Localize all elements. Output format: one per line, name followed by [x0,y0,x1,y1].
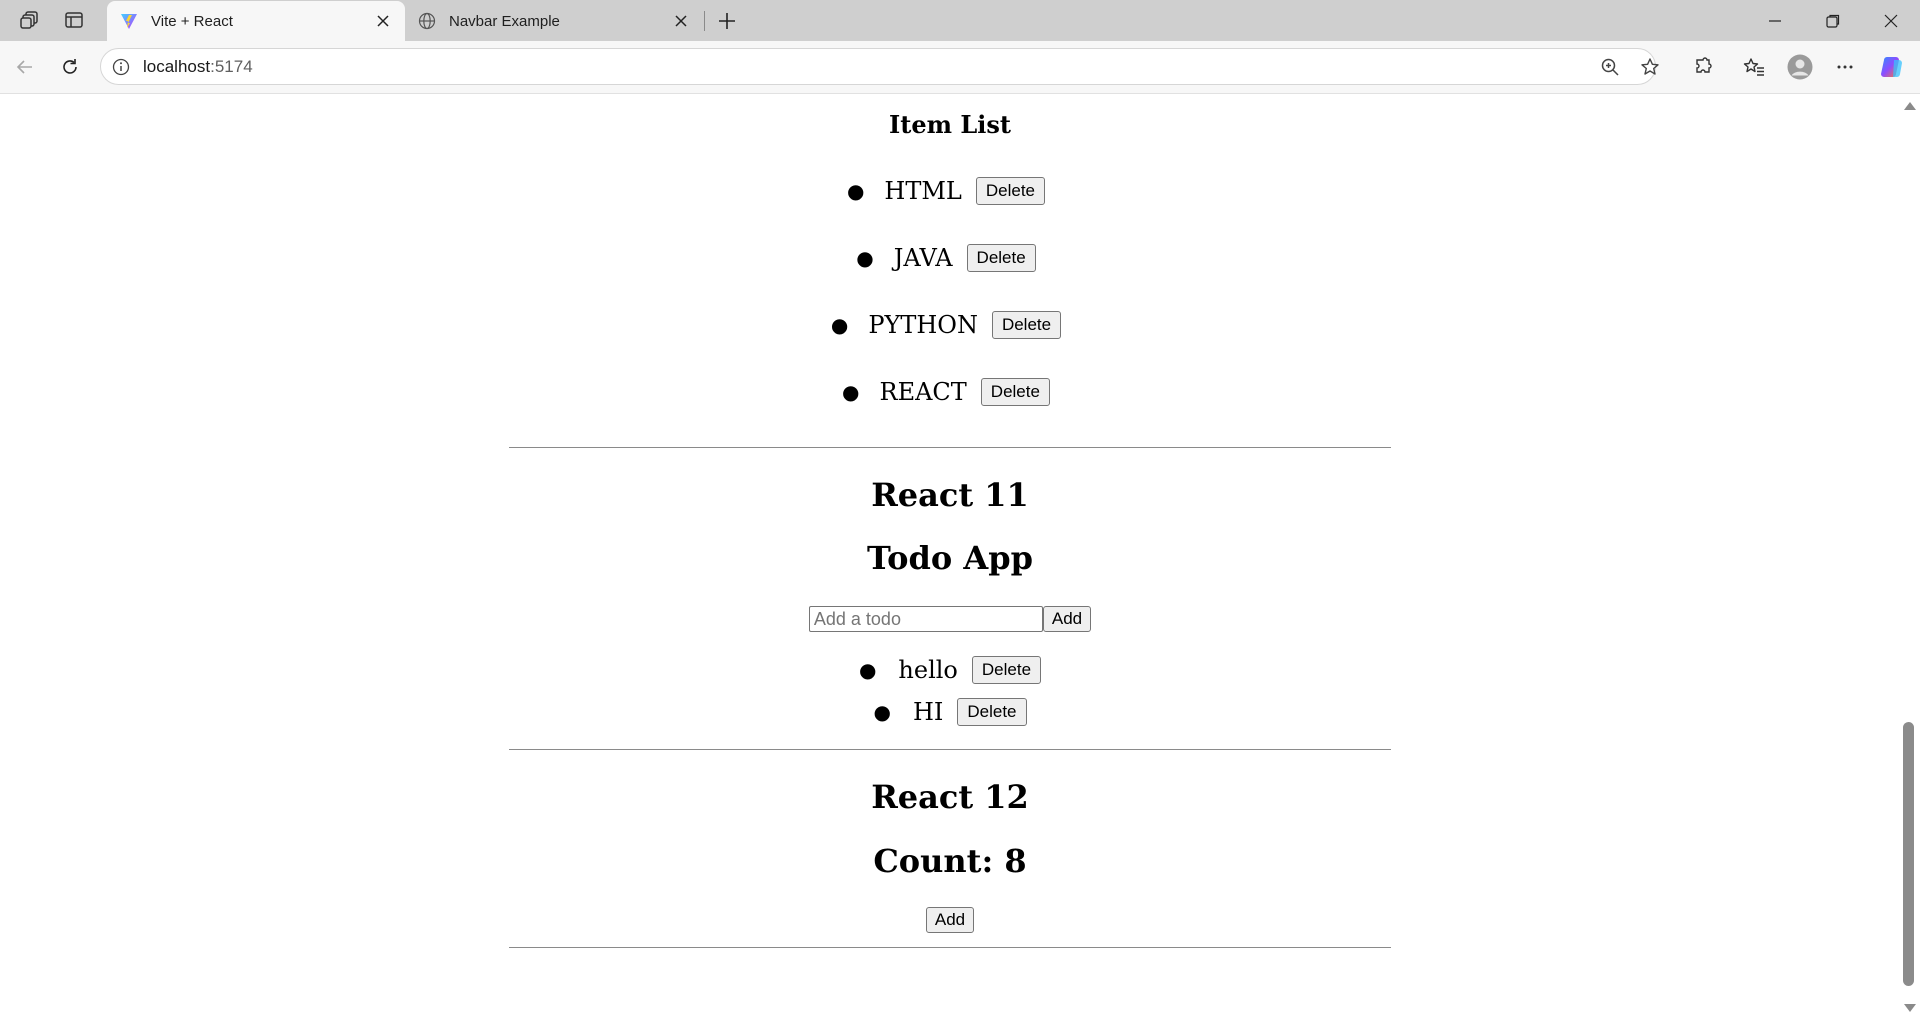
todo-app-title: Todo App [867,539,1033,577]
profile-avatar-icon[interactable] [1783,50,1817,84]
item-label: PYTHON [868,311,978,339]
delete-button[interactable]: Delete [980,378,1050,406]
todo-item: ● HI Delete [509,698,1391,726]
react11-heading: React 11 [871,476,1029,514]
url-text: localhost:5174 [143,57,253,77]
item-label: REACT [879,378,967,406]
bullet-icon: ● [856,246,874,270]
minimize-icon[interactable] [1746,0,1804,41]
delete-button[interactable]: Delete [975,177,1046,205]
count-display: Count: 8 [873,842,1027,880]
close-window-icon[interactable] [1862,0,1920,41]
divider [509,447,1391,448]
address-bar[interactable]: localhost:5174 [100,48,1659,85]
list-item: ● PYTHON Delete [505,311,1387,339]
counter-controls: Add [509,907,1391,933]
list-item: ● JAVA Delete [505,244,1387,272]
add-count-button[interactable]: Add [925,907,975,933]
restore-icon[interactable] [1804,0,1862,41]
vite-logo-icon [119,11,139,31]
vertical-tabs-icon[interactable] [56,6,92,34]
bullet-icon: ● [842,380,860,404]
tab-strip: Vite + React Navbar Example [0,0,1920,41]
tab-title: Vite + React [151,12,233,30]
bullet-icon: ● [846,179,865,203]
scroll-down-arrow-icon[interactable] [1904,1004,1916,1012]
todo-label: hello [898,656,958,684]
site-info-icon[interactable] [111,57,131,77]
copilot-icon[interactable] [1876,50,1910,84]
react12-heading: React 12 [871,778,1029,816]
browser-toolbar: localhost:5174 [0,41,1920,94]
close-tab-icon[interactable] [671,11,691,31]
url-host: localhost [143,57,211,76]
bullet-icon: ● [858,658,877,682]
refresh-icon[interactable] [53,50,87,84]
todo-form: Add [509,606,1391,632]
page-viewport: Item List ● HTML Delete ● JAVA Delete ● … [0,94,1898,1018]
bullet-icon: ● [830,313,849,337]
close-tab-icon[interactable] [373,11,393,31]
add-todo-button[interactable]: Add [1042,606,1092,632]
divider [509,749,1391,750]
more-options-icon[interactable] [1828,50,1862,84]
new-tab-icon[interactable] [712,6,742,36]
item-label: HTML [884,177,962,205]
zoom-icon[interactable] [1595,53,1625,81]
workspaces-icon[interactable] [12,6,48,34]
list-item: ● HTML Delete [505,177,1387,205]
item-label: JAVA [893,244,953,272]
vertical-scrollbar[interactable] [1898,94,1920,1018]
extensions-icon[interactable] [1686,50,1720,84]
tab-navbar-example[interactable]: Navbar Example [405,1,703,41]
delete-button[interactable]: Delete [966,244,1036,272]
back-icon[interactable] [8,50,42,84]
delete-button[interactable]: Delete [991,311,1062,339]
delete-button[interactable]: Delete [957,698,1027,726]
scrollbar-thumb[interactable] [1903,722,1914,986]
globe-icon [417,11,437,31]
url-port: :5174 [210,57,253,76]
scroll-up-arrow-icon[interactable] [1904,102,1916,110]
todo-input[interactable] [808,606,1043,632]
item-list-heading: Item List [889,110,1011,139]
tab-vite-react[interactable]: Vite + React [107,1,405,41]
divider [509,947,1391,948]
todo-label: HI [912,698,944,726]
tab-divider [704,11,705,31]
favorites-icon[interactable] [1737,50,1771,84]
delete-button[interactable]: Delete [971,656,1042,684]
bullet-icon: ● [873,700,891,724]
todo-item: ● hello Delete [509,656,1391,684]
tab-title: Navbar Example [449,12,560,30]
favorite-star-icon[interactable] [1635,53,1665,81]
list-item: ● REACT Delete [505,378,1387,406]
